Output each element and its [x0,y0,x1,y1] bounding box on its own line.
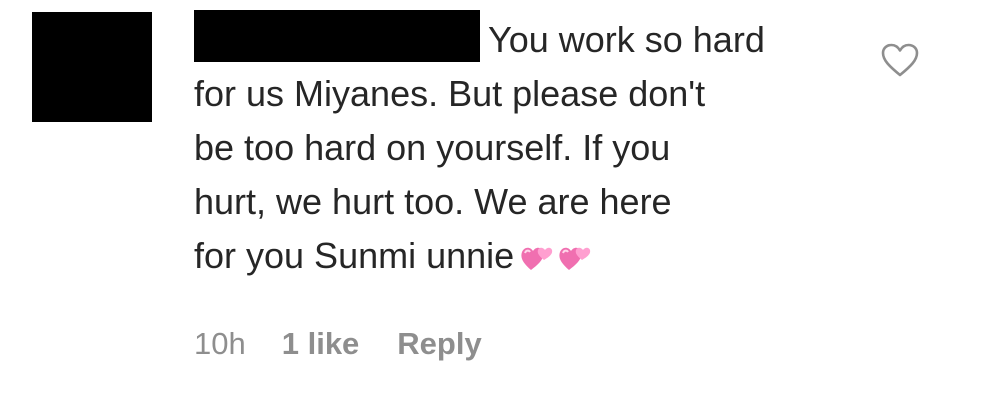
comment-line: for you Sunmi unnie [194,229,844,283]
avatar[interactable] [32,12,152,122]
timestamp: 10h [194,326,246,361]
revolving-hearts-icon [558,240,594,274]
comment-meta: 10h 1 like Reply [194,326,482,362]
revolving-hearts-icon [520,240,556,274]
comment-text-line-1: You work so hard [488,19,765,60]
comment-line: be too hard on yourself. If you [194,127,671,168]
heart-outline-icon[interactable] [880,42,920,78]
likes-count-link[interactable]: 1 like [282,326,360,362]
comment-line: for us Miyanes. But please don't [194,73,706,114]
emoji-group [520,240,594,274]
comment-line: hurt, we hurt too. We are here [194,181,672,222]
comment-text-line-5: for you Sunmi unnie [194,235,515,276]
comment-body: You work so hard for us Miyanes. But ple… [194,10,844,283]
reply-button[interactable]: Reply [397,326,481,362]
comment-line: You work so hard [194,10,844,67]
username-redacted[interactable] [194,10,480,62]
